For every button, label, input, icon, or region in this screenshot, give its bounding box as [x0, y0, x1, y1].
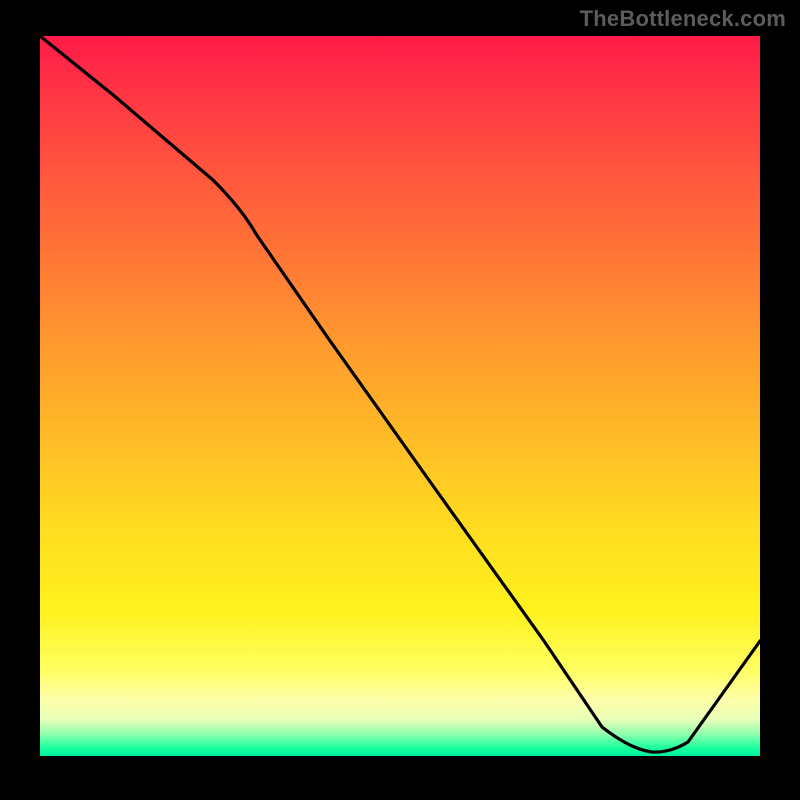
watermark-text: TheBottleneck.com: [580, 6, 786, 32]
bottleneck-curve: [40, 36, 760, 752]
curve-layer: [40, 36, 760, 756]
chart-frame: TheBottleneck.com: [0, 0, 800, 800]
plot-area: [40, 36, 760, 756]
